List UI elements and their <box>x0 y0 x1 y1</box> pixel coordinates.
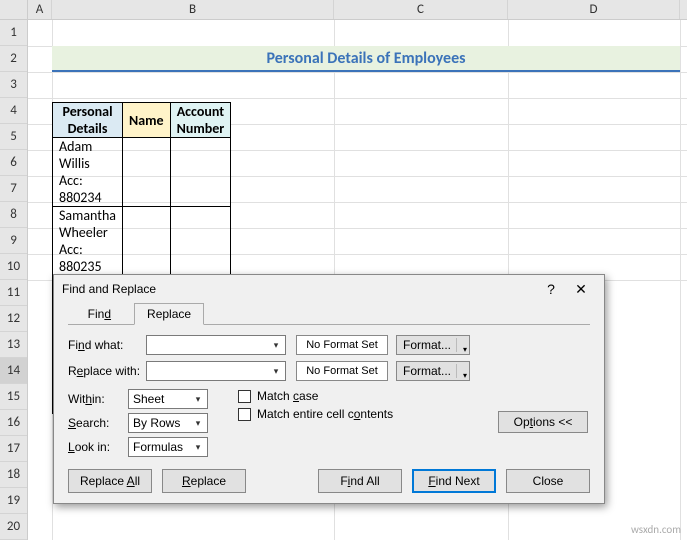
replace-button[interactable]: Replace <box>162 469 246 493</box>
dialog-title: Find and Replace <box>62 282 536 296</box>
options-button[interactable]: Options << <box>498 411 588 433</box>
chevron-down-icon[interactable]: ▾ <box>463 341 467 359</box>
chevron-down-icon[interactable]: ▾ <box>269 338 283 352</box>
find-replace-dialog: Find and Replace ? ✕ Find Replace Find w… <box>53 274 605 504</box>
replace-with-label: Replace with: <box>68 364 146 378</box>
replace-format-button[interactable]: Format... ▾ <box>396 361 470 381</box>
row-header[interactable]: 12 <box>0 306 27 332</box>
within-value: Sheet <box>133 390 164 408</box>
replace-format-preview: No Format Set <box>296 361 388 381</box>
row-header[interactable]: 17 <box>0 436 27 462</box>
match-entire-label: Match entire cell contents <box>257 407 393 421</box>
col-header-d[interactable]: D <box>508 0 680 19</box>
dialog-body: Find what: ▾ No Format Set Format... ▾ R… <box>54 325 604 461</box>
row-header[interactable]: 18 <box>0 462 27 488</box>
cell[interactable] <box>170 138 231 207</box>
row-header[interactable]: 7 <box>0 176 27 202</box>
row-header[interactable]: 14 <box>0 358 27 384</box>
row-header[interactable]: 4 <box>0 98 27 124</box>
dialog-titlebar[interactable]: Find and Replace ? ✕ <box>54 275 604 303</box>
chevron-down-icon[interactable]: ▾ <box>191 416 205 430</box>
row-header[interactable]: 5 <box>0 124 27 150</box>
find-all-button[interactable]: Find All <box>318 469 402 493</box>
row-header[interactable]: 1 <box>0 20 27 46</box>
row-header[interactable]: 11 <box>0 280 27 306</box>
within-select[interactable]: Sheet ▾ <box>128 389 208 409</box>
row-header[interactable]: 10 <box>0 254 27 280</box>
look-in-select[interactable]: Formulas ▾ <box>128 437 208 457</box>
spreadsheet: A B C D 1 2 3 4 5 6 7 8 9 10 11 12 13 14… <box>0 0 687 20</box>
find-format-button[interactable]: Format... ▾ <box>396 335 470 355</box>
row-header[interactable]: 15 <box>0 384 27 410</box>
find-format-preview: No Format Set <box>296 335 388 355</box>
row-headers: 1 2 3 4 5 6 7 8 9 10 11 12 13 14 15 16 1… <box>0 20 28 540</box>
sheet-title-cell[interactable]: Personal Details of Employees <box>52 46 680 72</box>
chevron-down-icon[interactable]: ▾ <box>463 367 467 385</box>
search-label: Search: <box>68 416 128 430</box>
tab-strip: Find Replace <box>54 303 604 325</box>
search-value: By Rows <box>133 414 180 432</box>
dialog-button-row: Replace All Replace Find All Find Next C… <box>68 469 590 493</box>
row-header[interactable]: 6 <box>0 150 27 176</box>
tab-replace[interactable]: Replace <box>134 303 204 325</box>
header-personal[interactable]: Personal Details <box>53 103 123 138</box>
match-case-label: Match case <box>257 389 318 403</box>
format-button-label: Format... <box>403 364 451 378</box>
row-header[interactable]: 20 <box>0 514 27 540</box>
col-header-a[interactable]: A <box>28 0 52 19</box>
cell[interactable] <box>123 138 171 207</box>
match-case-checkbox[interactable] <box>238 390 251 403</box>
match-entire-checkbox[interactable] <box>238 408 251 421</box>
row-header[interactable]: 13 <box>0 332 27 358</box>
watermark: wsxdn.com <box>631 523 681 536</box>
row-header[interactable]: 3 <box>0 72 27 98</box>
row-header[interactable]: 8 <box>0 202 27 228</box>
row-header[interactable]: 16 <box>0 410 27 436</box>
within-label: Within: <box>68 392 128 406</box>
cell[interactable]: Samantha Wheeler Acc: 880235 <box>53 207 123 276</box>
replace-with-input[interactable]: ▾ <box>146 361 286 381</box>
table-row: Adam Willis Acc: 880234 <box>53 138 231 207</box>
select-all-corner[interactable] <box>0 0 28 19</box>
row-header[interactable]: 9 <box>0 228 27 254</box>
cell[interactable] <box>170 207 231 276</box>
header-name[interactable]: Name <box>123 103 171 138</box>
table-header-row: Personal Details Name Account Number <box>53 103 231 138</box>
find-next-button[interactable]: Find Next <box>412 469 496 493</box>
format-button-label: Format... <box>403 338 451 352</box>
col-header-c[interactable]: C <box>334 0 508 19</box>
table-row: Samantha Wheeler Acc: 880235 <box>53 207 231 276</box>
close-icon[interactable]: ✕ <box>566 281 596 298</box>
close-button[interactable]: Close <box>506 469 590 493</box>
chevron-down-icon[interactable]: ▾ <box>269 364 283 378</box>
header-account[interactable]: Account Number <box>170 103 231 138</box>
look-in-label: Look in: <box>68 440 128 454</box>
row-header[interactable]: 19 <box>0 488 27 514</box>
chevron-down-icon[interactable]: ▾ <box>191 440 205 454</box>
replace-all-button[interactable]: Replace All <box>68 469 152 493</box>
sheet-title: Personal Details of Employees <box>266 49 465 68</box>
look-in-value: Formulas <box>133 438 183 456</box>
help-icon[interactable]: ? <box>536 281 566 297</box>
chevron-down-icon[interactable]: ▾ <box>191 392 205 406</box>
find-what-label: Find what: <box>68 338 146 352</box>
find-what-input[interactable]: ▾ <box>146 335 286 355</box>
col-header-b[interactable]: B <box>52 0 334 19</box>
cell[interactable]: Adam Willis Acc: 880234 <box>53 138 123 207</box>
row-header[interactable]: 2 <box>0 46 27 72</box>
tab-find[interactable]: Find <box>68 303 131 325</box>
cell[interactable] <box>123 207 171 276</box>
column-headers: A B C D <box>0 0 687 20</box>
search-select[interactable]: By Rows ▾ <box>128 413 208 433</box>
